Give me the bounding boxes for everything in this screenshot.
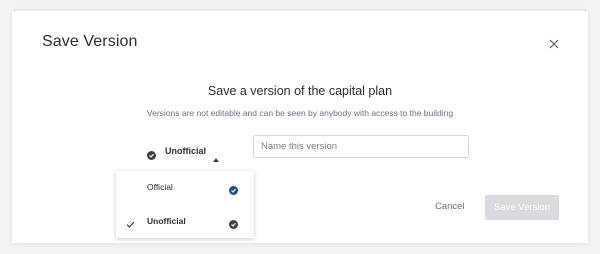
status-dropdown-menu: Official Unofficial bbox=[116, 171, 254, 238]
menu-item-label: Official bbox=[147, 182, 173, 192]
close-button[interactable] bbox=[547, 37, 561, 51]
dialog-heading: Save a version of the capital plan bbox=[207, 84, 393, 98]
save-version-button[interactable]: Save Version bbox=[485, 195, 559, 220]
check-circle-icon bbox=[229, 182, 238, 195]
cancel-button[interactable]: Cancel bbox=[435, 201, 465, 212]
menu-item-label: Unofficial bbox=[147, 216, 186, 226]
check-circle-icon bbox=[229, 216, 238, 229]
version-name-input[interactable] bbox=[253, 135, 469, 158]
menu-item-official[interactable]: Official bbox=[116, 171, 254, 203]
caret-up-icon bbox=[213, 149, 220, 162]
version-status-dropdown[interactable]: Unofficial bbox=[147, 142, 220, 162]
check-circle-icon bbox=[147, 147, 156, 160]
close-icon bbox=[549, 39, 559, 49]
dialog-title: Save Version bbox=[42, 33, 138, 50]
menu-item-unofficial[interactable]: Unofficial bbox=[116, 205, 254, 237]
checkmark-icon bbox=[126, 216, 135, 228]
dialog-description: Versions are not editable and can be see… bbox=[146, 108, 454, 118]
status-selected-label: Unofficial bbox=[165, 146, 207, 156]
save-version-dialog: Save Version Save a version of the capit… bbox=[12, 11, 588, 243]
